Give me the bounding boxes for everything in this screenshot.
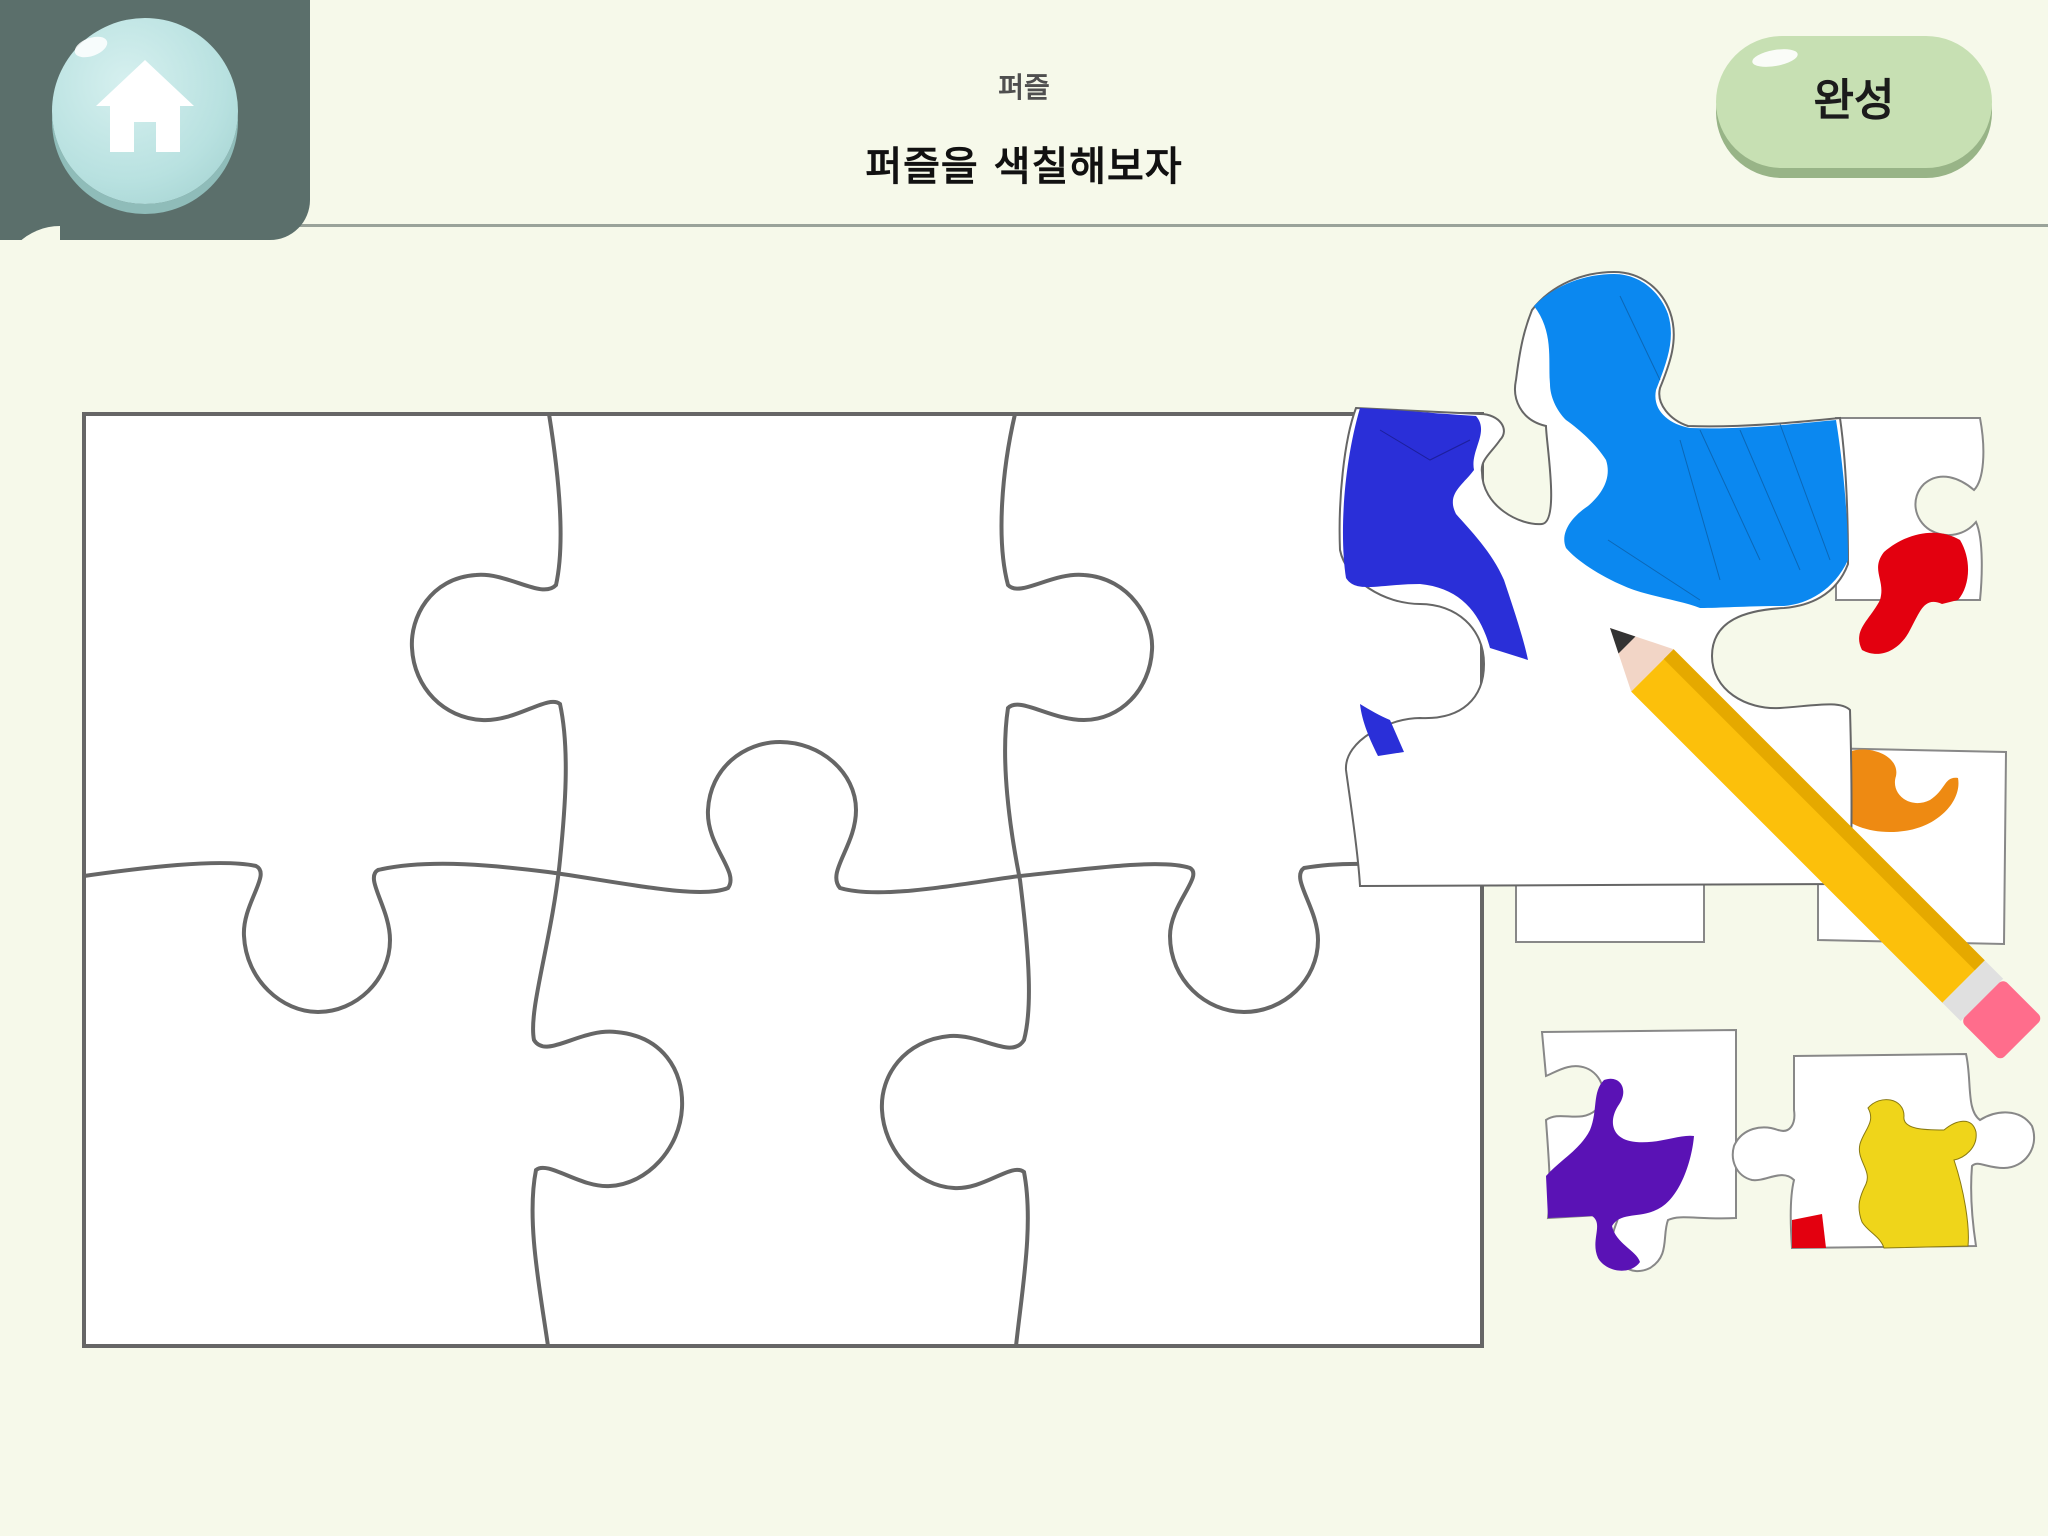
piece-red[interactable]: [1835, 417, 1985, 654]
puzzle-board: [82, 412, 1484, 1348]
piece-yellow[interactable]: [1731, 1052, 2035, 1250]
puzzle-area: [82, 270, 2041, 1348]
piece-purple[interactable]: [1540, 1028, 1737, 1273]
puzzle-board-frame: [82, 412, 1484, 1348]
